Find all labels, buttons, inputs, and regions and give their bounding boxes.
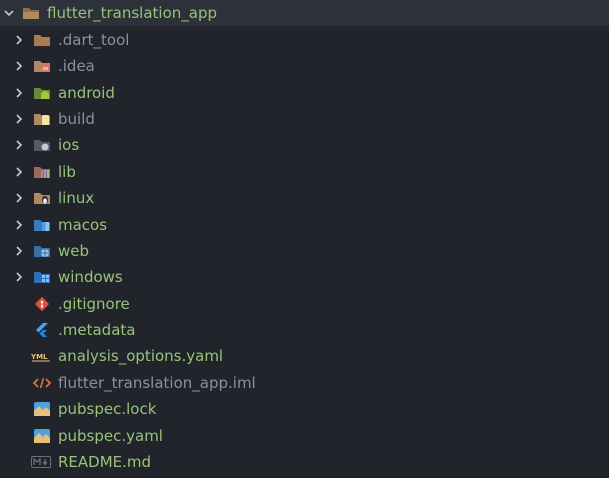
root-folder-label: flutter_translation_app <box>47 4 218 22</box>
folder-row-lib[interactable]: lib <box>0 159 609 185</box>
chevron-right-icon[interactable] <box>12 59 26 73</box>
chevron-right-icon[interactable] <box>12 191 26 205</box>
folder-row-web[interactable]: web <box>0 238 609 264</box>
file-row-metadata[interactable]: .metadata <box>0 317 609 343</box>
web-folder-icon <box>33 242 51 260</box>
file-explorer: flutter_translation_app .dart_tool .idea… <box>0 0 609 478</box>
folder-label: build <box>58 110 95 128</box>
folder-label: web <box>58 242 90 260</box>
chevron-right-icon[interactable] <box>12 244 26 258</box>
chevron-right-icon[interactable] <box>12 270 26 284</box>
file-row-analysis-options[interactable]: YML analysis_options.yaml <box>0 343 609 369</box>
chevron-down-icon[interactable] <box>2 6 16 20</box>
yaml-icon: YML <box>31 347 51 365</box>
file-row-pubspec-yaml[interactable]: pubspec.yaml <box>0 423 609 449</box>
windows-folder-icon <box>33 268 51 286</box>
chevron-right-icon[interactable] <box>12 165 26 179</box>
root-folder-row[interactable]: flutter_translation_app <box>0 0 609 26</box>
markdown-icon <box>31 453 51 471</box>
folder-row-android[interactable]: android <box>0 80 609 106</box>
file-label: .gitignore <box>58 295 130 313</box>
chevron-right-icon[interactable] <box>12 86 26 100</box>
macos-folder-icon <box>33 216 51 234</box>
file-row-readme[interactable]: README.md <box>0 449 609 475</box>
chevron-right-icon[interactable] <box>12 112 26 126</box>
folder-label: .idea <box>58 57 95 75</box>
file-label: README.md <box>58 453 152 471</box>
dart-folder-icon <box>33 31 51 49</box>
folder-label: lib <box>58 163 76 181</box>
file-row-iml[interactable]: flutter_translation_app.iml <box>0 370 609 396</box>
folder-label: macos <box>58 216 108 234</box>
chevron-right-icon[interactable] <box>12 218 26 232</box>
folder-row-macos[interactable]: macos <box>0 212 609 238</box>
folder-open-icon <box>22 4 40 22</box>
folder-row-dart-tool[interactable]: .dart_tool <box>0 27 609 53</box>
folder-label: linux <box>58 189 95 207</box>
svg-text:YML: YML <box>31 353 48 361</box>
idea-folder-icon <box>33 57 51 75</box>
file-label: .metadata <box>58 321 136 339</box>
file-row-gitignore[interactable]: .gitignore <box>0 291 609 317</box>
chevron-right-icon[interactable] <box>12 33 26 47</box>
chevron-right-icon[interactable] <box>12 138 26 152</box>
android-folder-icon <box>33 84 51 102</box>
git-icon <box>33 295 51 313</box>
pubspec-icon <box>33 400 51 418</box>
folder-label: android <box>58 84 115 102</box>
folder-row-idea[interactable]: .idea <box>0 53 609 79</box>
folder-label: windows <box>58 268 123 286</box>
folder-row-windows[interactable]: windows <box>0 264 609 290</box>
folder-row-build[interactable]: build <box>0 106 609 132</box>
folder-label: .dart_tool <box>58 31 130 49</box>
build-folder-icon <box>33 110 51 128</box>
lib-folder-icon <box>33 163 51 181</box>
code-icon <box>33 374 51 392</box>
pubspec-icon <box>33 427 51 445</box>
folder-label: ios <box>58 136 80 154</box>
file-label: analysis_options.yaml <box>58 347 224 365</box>
file-row-pubspec-lock[interactable]: pubspec.lock <box>0 396 609 422</box>
flutter-icon <box>33 321 51 339</box>
file-label: pubspec.yaml <box>58 427 163 445</box>
linux-folder-icon <box>33 189 51 207</box>
file-label: pubspec.lock <box>58 400 157 418</box>
folder-row-ios[interactable]: ios <box>0 132 609 158</box>
ios-folder-icon <box>33 136 51 154</box>
file-label: flutter_translation_app.iml <box>58 374 256 392</box>
folder-row-linux[interactable]: linux <box>0 185 609 211</box>
